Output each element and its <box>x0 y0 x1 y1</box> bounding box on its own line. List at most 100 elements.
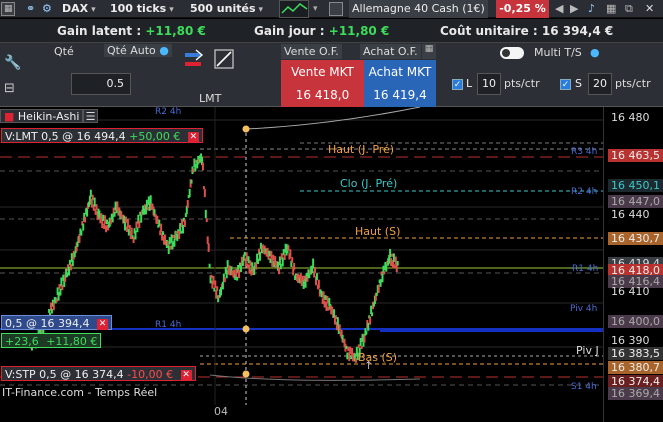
candle <box>317 279 320 289</box>
ticks-select[interactable]: 100 ticks <box>110 0 174 18</box>
candle <box>58 284 61 289</box>
link-icon[interactable]: ⚭ <box>26 0 35 18</box>
candle <box>203 189 206 198</box>
level-r2-4h-top: R2 4h <box>155 107 182 117</box>
order-handle <box>242 370 250 378</box>
stp-order-close-icon[interactable]: ✕ <box>180 369 192 381</box>
axis-price-label: 16 400,0 <box>608 315 663 328</box>
level-piv-j: Piv J <box>576 344 599 357</box>
candle <box>127 228 130 236</box>
candle <box>247 256 250 264</box>
lower-curve <box>209 374 421 381</box>
candle <box>245 252 248 261</box>
menu-icon[interactable] <box>329 2 343 16</box>
lock-icon[interactable]: ⊟ <box>4 81 15 96</box>
position-pts: +23,6 <box>5 335 39 348</box>
candle <box>287 245 290 251</box>
order-edit-icon[interactable] <box>214 49 236 74</box>
price-chart[interactable]: ■ Heikin-Ashi ☰ V:LMT 0,5 @ 16 494,4 +50… <box>0 107 603 405</box>
lmt-order-tag[interactable]: V:LMT 0,5 @ 16 494,4 +50,00 € ✕ <box>1 128 203 143</box>
stop-checkbox[interactable]: ✓ <box>560 79 571 90</box>
candle <box>320 291 323 298</box>
axis-price-label: 16 447,0 <box>608 195 663 208</box>
arrow-left-icon[interactable]: ◀ <box>555 0 563 18</box>
bell-icon[interactable]: ♪ <box>588 0 595 18</box>
candle <box>93 197 96 207</box>
stp-order-text: V:STP 0,5 @ 16 374,4 <box>5 368 124 381</box>
market-name[interactable]: Allemagne 40 Cash (1€) <box>349 0 488 18</box>
limit-pts-label: pts/ctr <box>504 77 540 90</box>
day-gain-label: Gain jour : <box>254 24 325 38</box>
candle <box>73 252 76 258</box>
close-icon[interactable]: ✕ <box>645 0 654 18</box>
wrench-icon[interactable]: 🔧 <box>4 55 21 71</box>
candle <box>392 253 395 262</box>
limit-points-input[interactable]: 10 <box>477 73 501 95</box>
chart-style-button[interactable] <box>279 0 309 18</box>
candle <box>346 352 349 360</box>
tab-sell-of[interactable]: Vente O.F. <box>281 44 342 59</box>
sell-mkt-button[interactable]: Vente MKT 16 418,0 <box>281 60 364 107</box>
candle <box>149 195 152 205</box>
qty-input[interactable]: 0.5 <box>71 73 131 95</box>
candle <box>160 223 163 233</box>
candle <box>188 188 191 197</box>
instrument-select[interactable]: DAX <box>62 0 96 18</box>
price-axis: 16 480 16 463,5 16 450,1 16 447,0 16 440 16 4… <box>603 107 663 422</box>
sell-mkt-label: Vente MKT <box>291 65 354 79</box>
order-direction-icon[interactable] <box>184 49 204 74</box>
chart-style-dropdown[interactable]: ▾ <box>313 0 318 18</box>
candle <box>390 258 393 267</box>
candle <box>204 209 207 219</box>
multi-ts-label: Multi T/S <box>534 46 582 59</box>
candle <box>163 234 166 243</box>
candle <box>50 308 53 314</box>
candle <box>291 257 294 263</box>
candle <box>315 273 318 281</box>
arrow-right-icon[interactable]: ▶ <box>570 0 578 18</box>
candle <box>323 300 326 308</box>
candle <box>84 216 87 223</box>
popout-icon[interactable]: ⧉ <box>625 0 633 18</box>
position-tag[interactable]: 0,5 @ 16 394,4 ✕ <box>1 315 112 330</box>
candle <box>357 344 360 349</box>
buy-mkt-button[interactable]: Achat MKT 16 419,4 <box>364 60 436 107</box>
candle <box>212 275 215 285</box>
qty-auto-button[interactable]: Qté Auto ● <box>104 44 172 57</box>
units-select[interactable]: 500 unités <box>190 0 263 18</box>
chart-type-button[interactable]: ■ Heikin-Ashi <box>0 109 84 123</box>
candle <box>270 251 273 259</box>
candle <box>128 224 131 230</box>
settings-icon[interactable]: ⚙ <box>42 0 52 18</box>
chart-type-label: Heikin-Ashi <box>17 110 80 123</box>
tab-buy-of[interactable]: Achat O.F. <box>360 44 421 59</box>
position-gain: +11,80 € <box>46 335 98 348</box>
grid-mini-icon[interactable]: ▦ <box>422 44 436 59</box>
candle <box>365 330 368 335</box>
lmt-order-close-icon[interactable]: ✕ <box>187 131 199 143</box>
candle <box>325 302 328 311</box>
candle <box>249 260 252 266</box>
candle <box>279 263 282 270</box>
level-clo-pre: Clo (J. Pré) <box>340 177 398 190</box>
candle <box>268 250 271 257</box>
axis-price-label: 16 480 <box>611 111 650 124</box>
limit-checkbox[interactable]: ✓ <box>452 79 463 90</box>
position-close-icon[interactable]: ✕ <box>96 318 108 330</box>
candle <box>213 287 216 292</box>
chart-menu-icon[interactable]: ☰ <box>83 109 98 123</box>
candle <box>183 219 186 228</box>
candle <box>225 269 228 279</box>
grid-small-icon[interactable]: ▦ <box>606 0 616 18</box>
latent-gain-value: +11,80 € <box>145 24 206 38</box>
stop-points-input[interactable]: 20 <box>588 73 612 95</box>
stp-order-tag[interactable]: V:STP 0,5 @ 16 374,4 -10,00 € ✕ <box>1 366 196 381</box>
chart-line-icon <box>281 3 308 14</box>
candle <box>82 223 85 231</box>
candle <box>201 162 204 171</box>
multi-ts-toggle[interactable] <box>500 47 524 59</box>
candle <box>208 263 211 269</box>
candle <box>375 292 378 296</box>
candle <box>71 260 74 267</box>
candle <box>354 358 357 363</box>
